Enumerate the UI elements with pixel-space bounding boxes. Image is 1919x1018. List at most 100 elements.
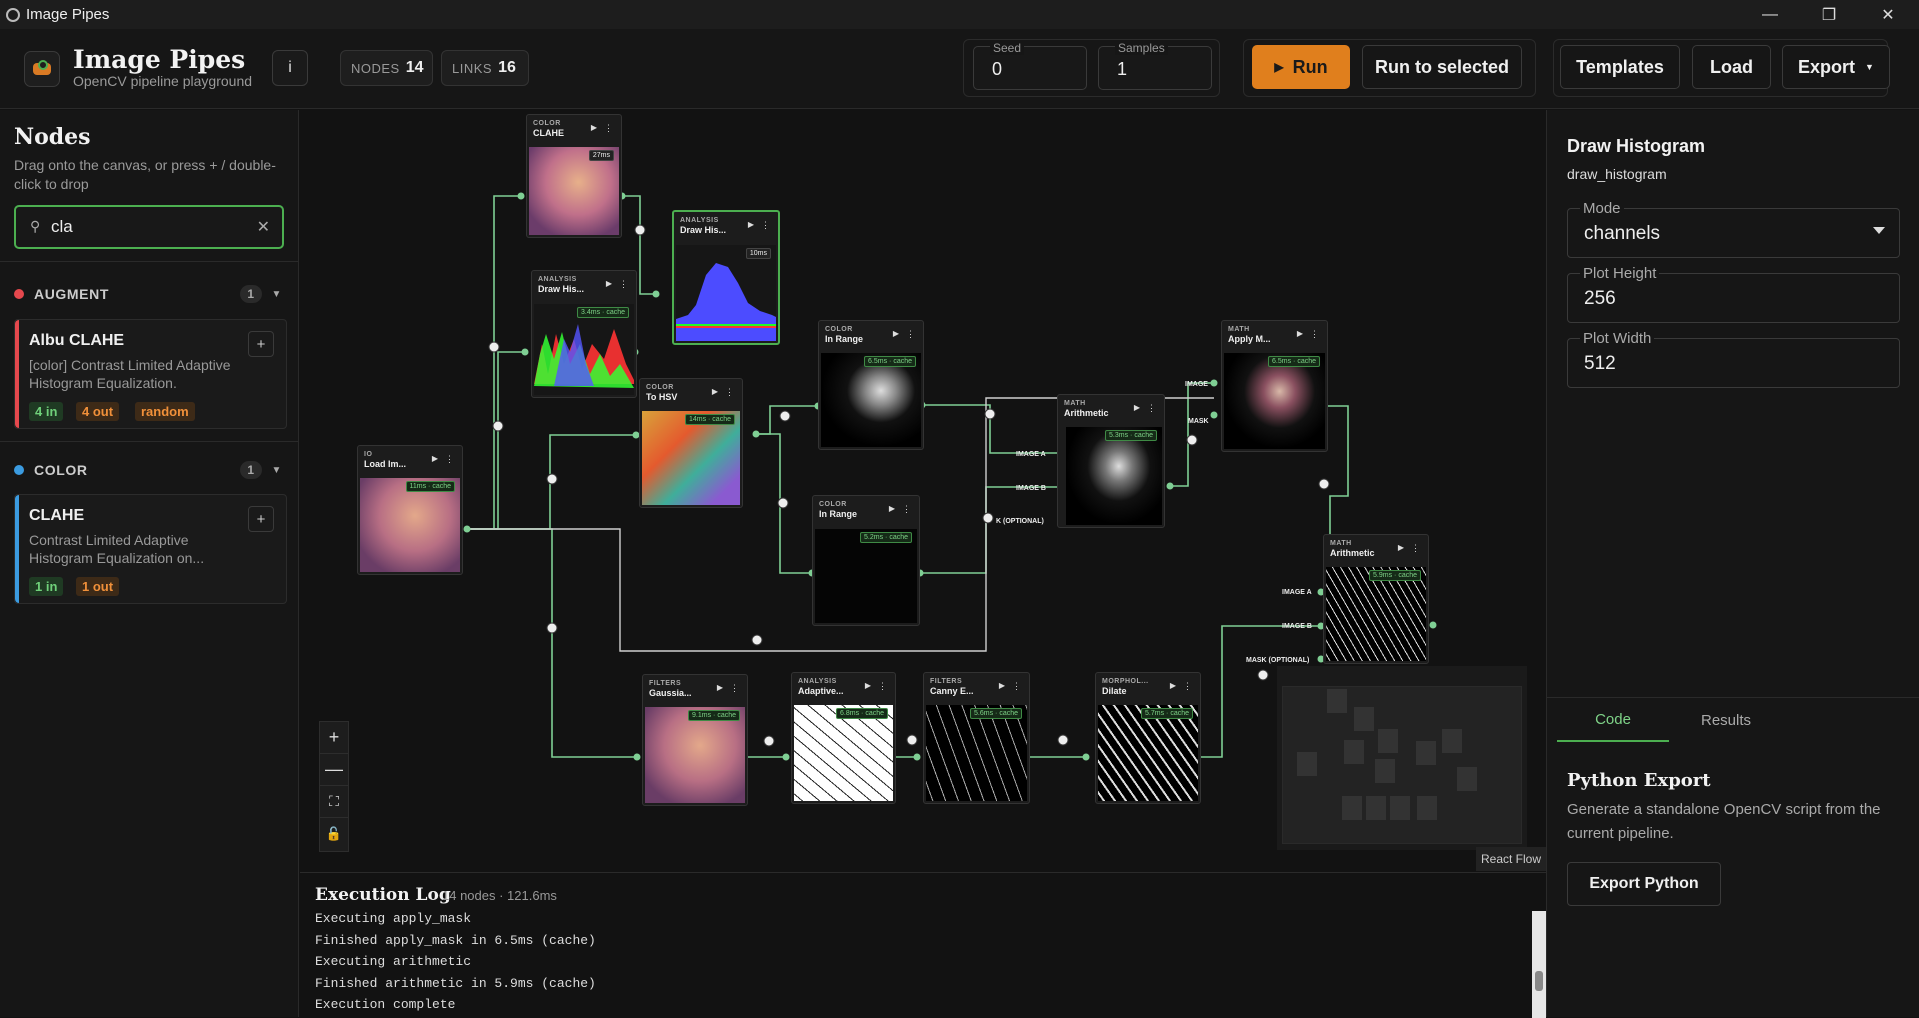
play-icon[interactable]: ▶ <box>712 387 718 396</box>
export-button[interactable]: Export ▼ <box>1782 45 1890 89</box>
log-line: Finished arithmetic in 5.9ms (cache) <box>315 975 596 991</box>
play-icon[interactable]: ▶ <box>999 681 1005 690</box>
minimap-node <box>1417 796 1437 820</box>
node-in-range-1[interactable]: COLOR In Range ▶ ⋮ 6.5ms · cache <box>818 320 924 450</box>
more-icon[interactable]: ⋮ <box>619 279 628 290</box>
category-color-bar <box>15 320 19 428</box>
log-scrollbar[interactable] <box>1532 911 1546 1018</box>
port-label-mask-optional: MASK (OPTIONAL) <box>1246 657 1309 664</box>
play-icon[interactable]: ▶ <box>432 454 438 463</box>
tab-results[interactable]: Results <box>1670 698 1782 742</box>
more-icon[interactable]: ⋮ <box>1310 329 1319 340</box>
play-icon[interactable]: ▶ <box>1398 543 1404 552</box>
tab-code[interactable]: Code <box>1557 698 1669 742</box>
node-load-image[interactable]: IO Load Im... ▶ ⋮ 11ms · cache <box>357 445 463 575</box>
fit-view-icon[interactable]: ⛶ <box>320 786 348 818</box>
more-icon[interactable]: ⋮ <box>445 454 454 465</box>
lock-icon[interactable]: 🔓 <box>320 818 348 850</box>
timing-badge: 14ms · cache <box>684 414 735 425</box>
node-title: CLAHE <box>533 128 564 138</box>
clear-search-icon[interactable]: ✕ <box>257 217 270 237</box>
node-category: MATH <box>1228 326 1250 333</box>
play-icon[interactable]: ▶ <box>717 683 723 692</box>
more-icon[interactable]: ⋮ <box>725 387 734 398</box>
play-icon[interactable]: ▶ <box>893 329 899 338</box>
add-node-button[interactable]: + <box>248 331 274 357</box>
info-button[interactable]: i <box>272 50 308 86</box>
node-arithmetic-1[interactable]: MATH Arithmetic ▶ ⋮ 5.3ms · cache <box>1057 394 1165 528</box>
more-icon[interactable]: ⋮ <box>878 681 887 692</box>
more-icon[interactable]: ⋮ <box>604 123 613 134</box>
category-color-header[interactable]: COLOR 1 ▼ <box>14 460 284 480</box>
node-dilate[interactable]: MORPHOL... Dilate ▶ ⋮ 5.7ms · cache <box>1095 672 1201 804</box>
close-icon[interactable]: ✕ <box>1865 0 1911 29</box>
more-icon[interactable]: ⋮ <box>902 504 911 515</box>
node-title: Load Im... <box>364 459 407 469</box>
run-button[interactable]: ▶ Run <box>1252 45 1350 89</box>
run-to-selected-button[interactable]: Run to selected <box>1362 45 1522 89</box>
minimize-icon[interactable]: — <box>1747 0 1793 29</box>
timing-badge: 27ms <box>588 150 614 161</box>
node-gaussian[interactable]: FILTERS Gaussia... ▶ ⋮ 9.1ms · cache <box>642 674 748 806</box>
node-search-input[interactable]: ⚲ cla ✕ <box>14 205 284 249</box>
zoom-out-icon[interactable]: — <box>320 754 348 786</box>
node-title: In Range <box>819 509 858 519</box>
timing-badge: 5.3ms · cache <box>1105 430 1157 441</box>
play-icon[interactable]: ▶ <box>865 681 871 690</box>
templates-button[interactable]: Templates <box>1560 45 1680 89</box>
more-icon[interactable]: ⋮ <box>1147 403 1156 414</box>
category-dot <box>14 465 24 475</box>
node-card-title: Albu CLAHE <box>29 332 125 349</box>
seed-field[interactable]: Seed 0 <box>973 41 1087 90</box>
export-python-button[interactable]: Export Python <box>1567 862 1721 906</box>
mode-select[interactable]: Mode channels <box>1567 200 1900 258</box>
node-adaptive[interactable]: ANALYSIS Adaptive... ▶ ⋮ 6.8ms · cache <box>791 672 896 804</box>
node-canny-edges[interactable]: FILTERS Canny E... ▶ ⋮ 5.6ms · cache <box>923 672 1030 804</box>
react-flow-attribution[interactable]: React Flow <box>1476 847 1546 871</box>
play-icon[interactable]: ▶ <box>889 504 895 513</box>
chevron-down-icon[interactable]: ▼ <box>272 465 283 476</box>
node-to-hsv[interactable]: COLOR To HSV ▶ ⋮ 14ms · cache <box>639 378 743 508</box>
more-icon[interactable]: ⋮ <box>1012 681 1021 692</box>
scrollbar-thumb[interactable] <box>1535 971 1543 991</box>
play-icon[interactable]: ▶ <box>591 123 597 132</box>
python-export-title: Python Export <box>1567 770 1711 791</box>
add-node-button[interactable]: + <box>248 506 274 532</box>
node-category: COLOR <box>533 120 561 127</box>
sidebar-title: Nodes <box>14 124 91 150</box>
play-icon[interactable]: ▶ <box>606 279 612 288</box>
more-icon[interactable]: ⋮ <box>1183 681 1192 692</box>
node-card-clahe[interactable]: CLAHE Contrast Limited Adaptive Histogra… <box>14 494 287 604</box>
node-apply-mask[interactable]: MATH Apply M... ▶ ⋮ 6.5ms · cache <box>1221 320 1328 452</box>
node-arithmetic-2[interactable]: MATH Arithmetic ▶ ⋮ 5.9ms · cache <box>1323 534 1429 664</box>
play-icon[interactable]: ▶ <box>1134 403 1140 412</box>
node-draw-histogram-selected[interactable]: ANALYSIS Draw His... ▶ ⋮ 10ms <box>672 210 780 345</box>
more-icon[interactable]: ⋮ <box>1411 543 1420 554</box>
minimap-node <box>1442 729 1462 753</box>
category-augment-header[interactable]: AUGMENT 1 ▼ <box>14 284 284 304</box>
plot-width-input[interactable]: Plot Width 512 <box>1567 330 1900 388</box>
play-icon[interactable]: ▶ <box>1170 681 1176 690</box>
plot-height-input[interactable]: Plot Height 256 <box>1567 265 1900 323</box>
more-icon[interactable]: ⋮ <box>761 220 770 231</box>
node-in-range-2[interactable]: COLOR In Range ▶ ⋮ 5.2ms · cache <box>812 495 920 626</box>
node-category: FILTERS <box>649 680 682 687</box>
node-title: Arithmetic <box>1330 548 1375 558</box>
more-icon[interactable]: ⋮ <box>730 683 739 694</box>
node-title: Arithmetic <box>1064 408 1109 418</box>
node-category: ANALYSIS <box>680 217 719 224</box>
zoom-in-icon[interactable]: + <box>320 722 348 754</box>
play-icon[interactable]: ▶ <box>1297 329 1303 338</box>
load-button[interactable]: Load <box>1692 45 1771 89</box>
node-card-albu-clahe[interactable]: Albu CLAHE [color] Contrast Limited Adap… <box>14 319 287 429</box>
nodes-count: 14 <box>405 59 424 76</box>
play-icon[interactable]: ▶ <box>748 220 754 229</box>
outputs-tag: 4 out <box>76 402 120 421</box>
node-draw-histogram[interactable]: ANALYSIS Draw His... ▶ ⋮ 3.4ms · cache <box>531 270 637 398</box>
node-clahe[interactable]: COLOR CLAHE ▶ ⋮ 27ms <box>526 114 622 238</box>
minimap[interactable] <box>1277 666 1527 850</box>
chevron-down-icon[interactable]: ▼ <box>272 289 283 300</box>
more-icon[interactable]: ⋮ <box>906 329 915 340</box>
maximize-icon[interactable]: ❐ <box>1806 0 1852 29</box>
samples-field[interactable]: Samples 1 <box>1098 41 1212 90</box>
